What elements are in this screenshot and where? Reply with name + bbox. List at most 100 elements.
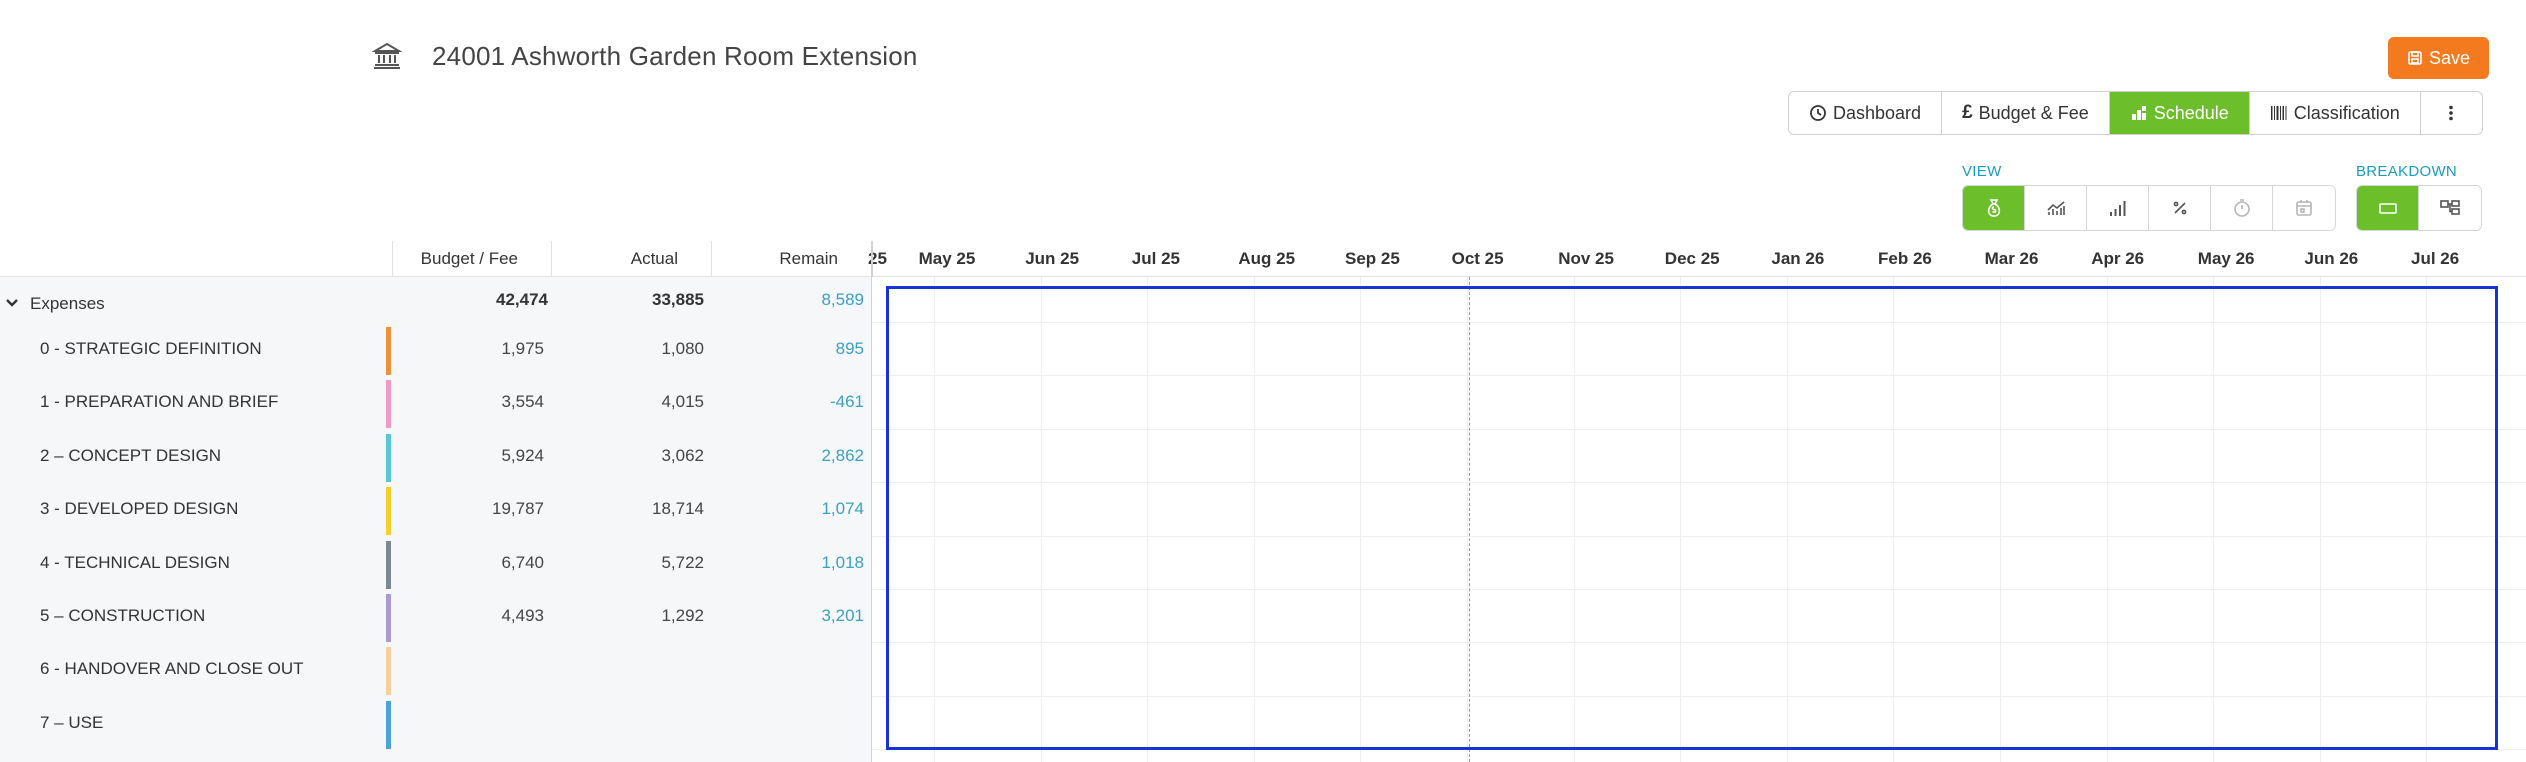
row-remain: 1,074 xyxy=(821,499,864,519)
budget-table: Expenses 42,474 33,885 8,589 0 - STRATEG… xyxy=(0,277,872,762)
table-row[interactable]: 0 - STRATEGIC DEFINITION 1,975 1,080 895 xyxy=(0,322,872,375)
save-icon xyxy=(2408,51,2422,65)
table-row[interactable]: 5 – CONSTRUCTION 4,493 1,292 3,201 xyxy=(0,589,872,642)
month-label: Mar 26 xyxy=(1984,249,2039,268)
breakdown-toggle-group xyxy=(2356,185,2482,231)
hierarchy-icon xyxy=(2440,200,2460,215)
month-label: Dec 25 xyxy=(1664,249,1720,268)
row-budget: 3,554 xyxy=(501,392,544,412)
main-tabs: Dashboard £ Budget & Fee Schedule Classi… xyxy=(1788,91,2483,135)
month-label: Nov 25 xyxy=(1558,249,1614,268)
tab-dashboard[interactable]: Dashboard xyxy=(1789,92,1943,134)
table-row[interactable]: 6 - HANDOVER AND CLOSE OUT xyxy=(0,642,872,696)
money-bag-icon xyxy=(1987,199,2000,217)
tab-label: Budget & Fee xyxy=(1978,102,2089,123)
view-timer-button[interactable] xyxy=(2211,186,2273,230)
table-row[interactable]: 2 – CONCEPT DESIGN 5,924 3,062 2,862 xyxy=(0,429,872,482)
tab-schedule[interactable]: Schedule xyxy=(2109,92,2250,134)
table-row[interactable]: 3 - DEVELOPED DESIGN 19,787 18,714 1,074 xyxy=(0,482,872,536)
month-label: Jul 25 xyxy=(1131,249,1180,268)
row-label: 4 - TECHNICAL DESIGN xyxy=(40,552,230,572)
row-remain: 8,589 xyxy=(821,290,864,309)
stage-color-bar xyxy=(386,487,391,536)
table-row[interactable]: 4 - TECHNICAL DESIGN 6,740 5,722 1,018 xyxy=(0,536,872,589)
stage-color-bar xyxy=(386,700,391,749)
project-header: 24001 Ashworth Garden Room Extension xyxy=(371,36,918,76)
pound-icon: £ xyxy=(1962,102,1973,123)
row-remain xyxy=(760,642,864,695)
tab-label: Schedule xyxy=(2153,102,2229,123)
view-percent-button[interactable] xyxy=(2149,186,2211,230)
view-trend-button[interactable] xyxy=(2025,186,2087,230)
month-label: May 26 xyxy=(2197,249,2255,268)
month-label: Oct 25 xyxy=(1451,249,1504,268)
more-options-button[interactable] xyxy=(2421,92,2482,134)
month-label: Sep 25 xyxy=(1345,249,1400,268)
month-label: Jul 26 xyxy=(2411,249,2460,268)
stage-color-bar xyxy=(386,327,391,375)
row-actual: 1,292 xyxy=(661,606,704,625)
column-budget-fee: Budget / Fee xyxy=(420,249,518,268)
table-header: Budget / Fee Actual Remain 25 May 25 Jun 2… xyxy=(0,241,2526,277)
clock-icon xyxy=(1810,105,1826,121)
stage-color-bar xyxy=(386,380,391,429)
row-actual: 3,062 xyxy=(661,445,704,465)
row-actual: 33,885 xyxy=(652,290,704,309)
month-label: Jan 26 xyxy=(1771,249,1825,268)
row-remain: 895 xyxy=(835,339,864,358)
row-remain: -461 xyxy=(829,392,864,412)
row-remain: 1,018 xyxy=(821,552,864,572)
bank-icon xyxy=(371,41,403,71)
tab-label: Dashboard xyxy=(1833,102,1922,123)
stage-color-bar xyxy=(386,594,391,642)
row-actual: 1,080 xyxy=(661,339,704,358)
row-remain xyxy=(760,696,864,749)
tab-budget-fee[interactable]: £ Budget & Fee xyxy=(1942,92,2110,134)
tab-label: Classification xyxy=(2293,102,2400,123)
view-bars-button[interactable] xyxy=(2087,186,2149,230)
view-money-button[interactable] xyxy=(1963,186,2025,230)
month-label: Feb 26 xyxy=(1878,249,1932,268)
stage-color-bar xyxy=(386,540,391,589)
timeline-selection-box xyxy=(886,286,2498,750)
project-title: 24001 Ashworth Garden Room Extension xyxy=(432,40,918,71)
row-actual: 18,714 xyxy=(652,499,704,519)
rectangle-icon xyxy=(2378,203,2397,214)
breakdown-tree-button[interactable] xyxy=(2419,186,2481,230)
month-label: Aug 25 xyxy=(1238,249,1296,268)
save-button[interactable]: Save xyxy=(2388,37,2489,79)
row-budget: 19,787 xyxy=(492,499,544,519)
row-label: 2 – CONCEPT DESIGN xyxy=(40,445,222,465)
view-calendar-button[interactable] xyxy=(2273,186,2335,230)
breakdown-label: BREAKDOWN xyxy=(2356,163,2458,180)
row-budget: 4,493 xyxy=(501,606,544,625)
barcode-icon xyxy=(2270,106,2287,120)
row-actual: 5,722 xyxy=(661,552,704,572)
row-budget xyxy=(440,642,544,695)
column-actual: Actual xyxy=(630,249,678,268)
row-remain: 3,201 xyxy=(821,606,864,625)
row-remain: 2,862 xyxy=(821,445,864,465)
row-budget xyxy=(440,696,544,749)
row-label: 6 - HANDOVER AND CLOSE OUT xyxy=(40,659,304,679)
tab-classification[interactable]: Classification xyxy=(2250,92,2421,134)
column-remain: Remain xyxy=(779,249,838,268)
stage-color-bar xyxy=(386,647,391,696)
table-row[interactable]: 7 – USE xyxy=(0,696,872,749)
month-label: Apr 26 xyxy=(2091,249,2145,268)
table-row[interactable]: 1 - PREPARATION AND BRIEF 3,554 4,015 -461 xyxy=(0,375,872,429)
row-label: 7 – USE xyxy=(40,712,104,732)
breakdown-flat-button[interactable] xyxy=(2357,186,2419,230)
row-actual: 4,015 xyxy=(661,392,704,412)
row-budget: 1,975 xyxy=(501,339,544,358)
view-toggle-group xyxy=(1962,185,2336,231)
month-label: Jun 25 xyxy=(1025,249,1080,268)
save-label: Save xyxy=(2428,47,2471,68)
row-label: 0 - STRATEGIC DEFINITION xyxy=(40,339,262,358)
chevron-down-icon[interactable] xyxy=(4,295,20,311)
month-label: May 25 xyxy=(918,249,976,268)
view-label: VIEW xyxy=(1962,163,2002,180)
signal-bars-icon xyxy=(2109,201,2125,216)
more-vertical-icon xyxy=(2449,105,2454,121)
row-label: 5 – CONSTRUCTION xyxy=(40,606,206,625)
